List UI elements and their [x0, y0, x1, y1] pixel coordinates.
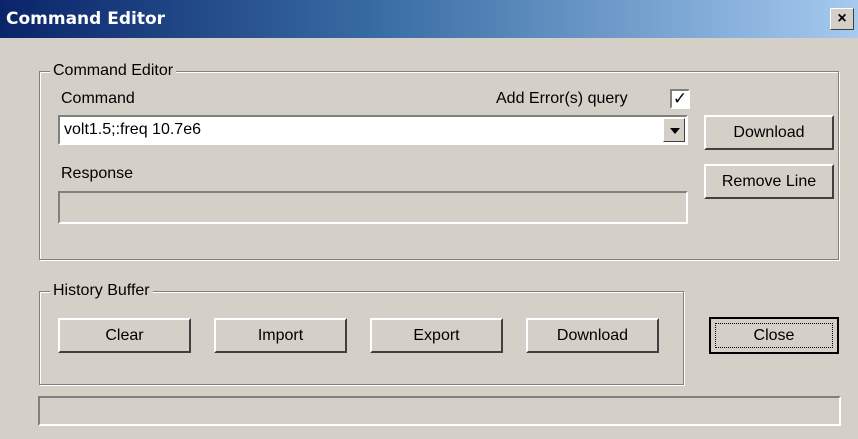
clear-button-label: Clear	[105, 326, 144, 344]
window-close-icon[interactable]: ×	[830, 8, 854, 30]
export-button[interactable]: Export	[370, 318, 503, 353]
add-error-query-checkbox[interactable]: ✓	[670, 89, 690, 109]
export-button-label: Export	[413, 326, 460, 344]
close-button-label: Close	[753, 326, 795, 344]
checkmark-icon: ✓	[672, 89, 688, 108]
command-label: Command	[61, 90, 135, 107]
dropdown-arrow-icon[interactable]	[663, 118, 685, 142]
import-button[interactable]: Import	[214, 318, 347, 353]
response-field	[58, 191, 688, 224]
clear-button[interactable]: Clear	[58, 318, 191, 353]
command-input[interactable]: volt1.5;:freq 10.7e6	[64, 121, 201, 139]
remove-line-button-label: Remove Line	[721, 172, 817, 190]
response-label: Response	[61, 165, 134, 182]
close-button[interactable]: Close	[709, 317, 839, 354]
command-download-button-label: Download	[733, 123, 805, 141]
add-error-query-label: Add Error(s) query	[496, 90, 628, 107]
history-download-button[interactable]: Download	[526, 318, 659, 353]
window-title: Command Editor	[6, 9, 166, 29]
history-buffer-legend: History Buffer	[50, 282, 153, 300]
dialog-body: Command Editor Command Add Error(s) quer…	[0, 38, 858, 439]
title-bar[interactable]: Command Editor ×	[0, 0, 858, 38]
status-bar	[38, 396, 841, 426]
command-download-button[interactable]: Download	[704, 115, 834, 150]
remove-line-button[interactable]: Remove Line	[704, 164, 834, 199]
command-editor-legend: Command Editor	[50, 62, 177, 80]
import-button-label: Import	[257, 326, 304, 344]
command-combobox[interactable]: volt1.5;:freq 10.7e6	[58, 115, 688, 145]
history-download-button-label: Download	[556, 326, 629, 344]
